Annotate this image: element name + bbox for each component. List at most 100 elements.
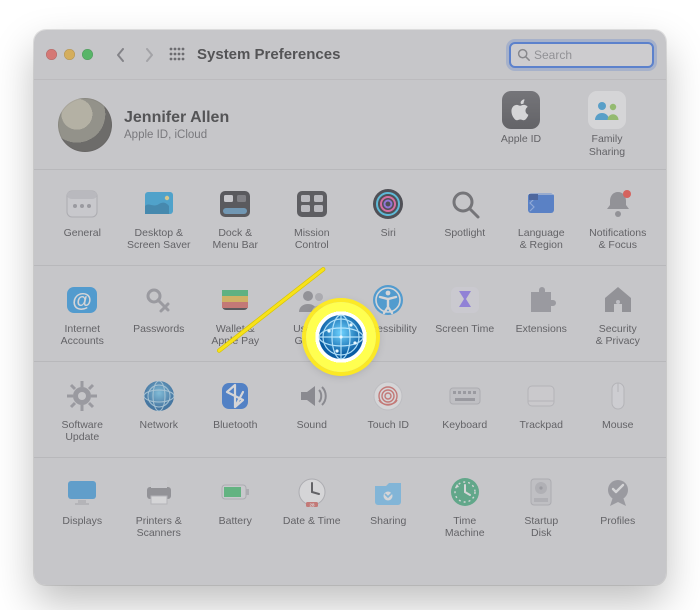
minimize-window-button[interactable] — [64, 49, 75, 60]
network-icon — [139, 376, 179, 416]
search-input[interactable] — [534, 48, 646, 62]
pref-mission-control[interactable]: Mission Control — [274, 182, 351, 251]
pref-bluetooth[interactable]: Bluetooth — [197, 374, 274, 443]
user-name: Jennifer Allen — [124, 109, 229, 127]
bluetooth-icon — [215, 376, 255, 416]
pref-label: Siri — [381, 228, 396, 250]
svg-text:@: @ — [72, 290, 92, 312]
pref-trackpad[interactable]: Trackpad — [503, 374, 580, 443]
trackpad-icon — [521, 376, 561, 416]
pref-displays[interactable]: Displays — [44, 470, 121, 539]
pref-label: Network — [139, 420, 178, 442]
pref-label: Security & Privacy — [596, 324, 640, 347]
flag-icon — [521, 184, 561, 224]
window-controls — [46, 49, 93, 60]
user-identity[interactable]: Jennifer Allen Apple ID, iCloud — [124, 109, 229, 141]
pref-desktop[interactable]: Desktop & Screen Saver — [121, 182, 198, 251]
pref-date-time[interactable]: 28Date & Time — [274, 470, 351, 539]
pref-accessibility[interactable]: Accessibility — [350, 278, 427, 347]
pref-label: Mission Control — [294, 228, 330, 251]
pref-general[interactable]: General — [44, 182, 121, 251]
pref-label: Software Update — [62, 420, 103, 443]
pref-label: Startup Disk — [524, 516, 558, 539]
pref-label: Time Machine — [445, 516, 485, 539]
pref-screen-time[interactable]: Screen Time — [427, 278, 504, 347]
pref-battery[interactable]: Battery — [197, 470, 274, 539]
pref-label: Notifications & Focus — [589, 228, 646, 251]
speaker-icon — [292, 376, 332, 416]
pref-network[interactable]: Network — [121, 374, 198, 443]
puzzle-icon — [521, 280, 561, 320]
titlebar: System Preferences — [34, 30, 666, 80]
keyboard-icon — [445, 376, 485, 416]
forward-button[interactable] — [135, 42, 163, 68]
pref-siri[interactable]: Siri — [350, 182, 427, 251]
battery-icon — [215, 472, 255, 512]
bell-icon — [598, 184, 638, 224]
pref-dock[interactable]: Dock & Menu Bar — [197, 182, 274, 251]
pref-mouse[interactable]: Mouse — [580, 374, 657, 443]
mission-icon — [292, 184, 332, 224]
pref-label: Screen Time — [435, 324, 494, 346]
pref-users-groups[interactable]: Users & Groups — [274, 278, 351, 347]
pref-wallet[interactable]: Wallet & Apple Pay — [197, 278, 274, 347]
house-icon — [598, 280, 638, 320]
zoom-window-button[interactable] — [82, 49, 93, 60]
window-title: System Preferences — [197, 46, 340, 63]
pref-label: Mouse — [602, 420, 634, 442]
wallet-icon — [215, 280, 255, 320]
pref-label: Trackpad — [520, 420, 563, 442]
pref-sound[interactable]: Sound — [274, 374, 351, 443]
family-sharing-pref[interactable]: Family Sharing — [578, 91, 636, 157]
pref-label: Language & Region — [518, 228, 565, 251]
users-icon — [292, 280, 332, 320]
pref-label: Users & Groups — [293, 324, 330, 347]
desktop-icon — [139, 184, 179, 224]
badge-icon — [598, 472, 638, 512]
fingerprint-icon — [368, 376, 408, 416]
general-icon — [62, 184, 102, 224]
apple-id-pref[interactable]: Apple ID — [492, 91, 550, 157]
gear-icon — [62, 376, 102, 416]
pref-printers-scanners[interactable]: Printers & Scanners — [121, 470, 198, 539]
preferences-pane: General Desktop & Screen Saver Dock & Menu… — [34, 170, 666, 553]
pref-label: Spotlight — [444, 228, 485, 250]
search-field[interactable] — [509, 42, 654, 68]
disk-icon — [521, 472, 561, 512]
pref-profiles[interactable]: Profiles — [580, 470, 657, 539]
account-items: Apple ID Family Sharing — [492, 91, 636, 157]
pref-keyboard[interactable]: Keyboard — [427, 374, 504, 443]
show-all-button[interactable] — [163, 42, 191, 68]
pref-language-region[interactable]: Language & Region — [503, 182, 580, 251]
pref-spotlight[interactable]: Spotlight — [427, 182, 504, 251]
pref-software-update[interactable]: Software Update — [44, 374, 121, 443]
pref-security-privacy[interactable]: Security & Privacy — [580, 278, 657, 347]
pref-label: Touch ID — [368, 420, 409, 442]
pref-label: Internet Accounts — [61, 324, 104, 347]
pref-extensions[interactable]: Extensions — [503, 278, 580, 347]
dock-icon — [215, 184, 255, 224]
family-sharing-icon — [592, 98, 622, 122]
accessibility-icon — [368, 280, 408, 320]
folder-icon — [368, 472, 408, 512]
pref-label: Profiles — [600, 516, 635, 538]
pref-label: Accessibility — [360, 324, 417, 346]
pref-passwords[interactable]: Passwords — [121, 278, 198, 347]
pref-startup-disk[interactable]: Startup Disk — [503, 470, 580, 539]
search-icon — [517, 48, 530, 61]
pref-touch-id[interactable]: Touch ID — [350, 374, 427, 443]
mouse-icon — [598, 376, 638, 416]
timemachine-icon — [445, 472, 485, 512]
user-avatar[interactable] — [58, 98, 112, 152]
pref-label: Desktop & Screen Saver — [127, 228, 191, 251]
pref-label: Sound — [297, 420, 327, 442]
pref-label: Sharing — [370, 516, 406, 538]
close-window-button[interactable] — [46, 49, 57, 60]
pref-sharing[interactable]: Sharing — [350, 470, 427, 539]
pref-internet-accounts[interactable]: @ Internet Accounts — [44, 278, 121, 347]
pref-time-machine[interactable]: Time Machine — [427, 470, 504, 539]
pref-notifications[interactable]: Notifications & Focus — [580, 182, 657, 251]
profile-row: Jennifer Allen Apple ID, iCloud Apple ID… — [34, 80, 666, 170]
back-button[interactable] — [107, 42, 135, 68]
pref-label: Dock & Menu Bar — [212, 228, 258, 251]
